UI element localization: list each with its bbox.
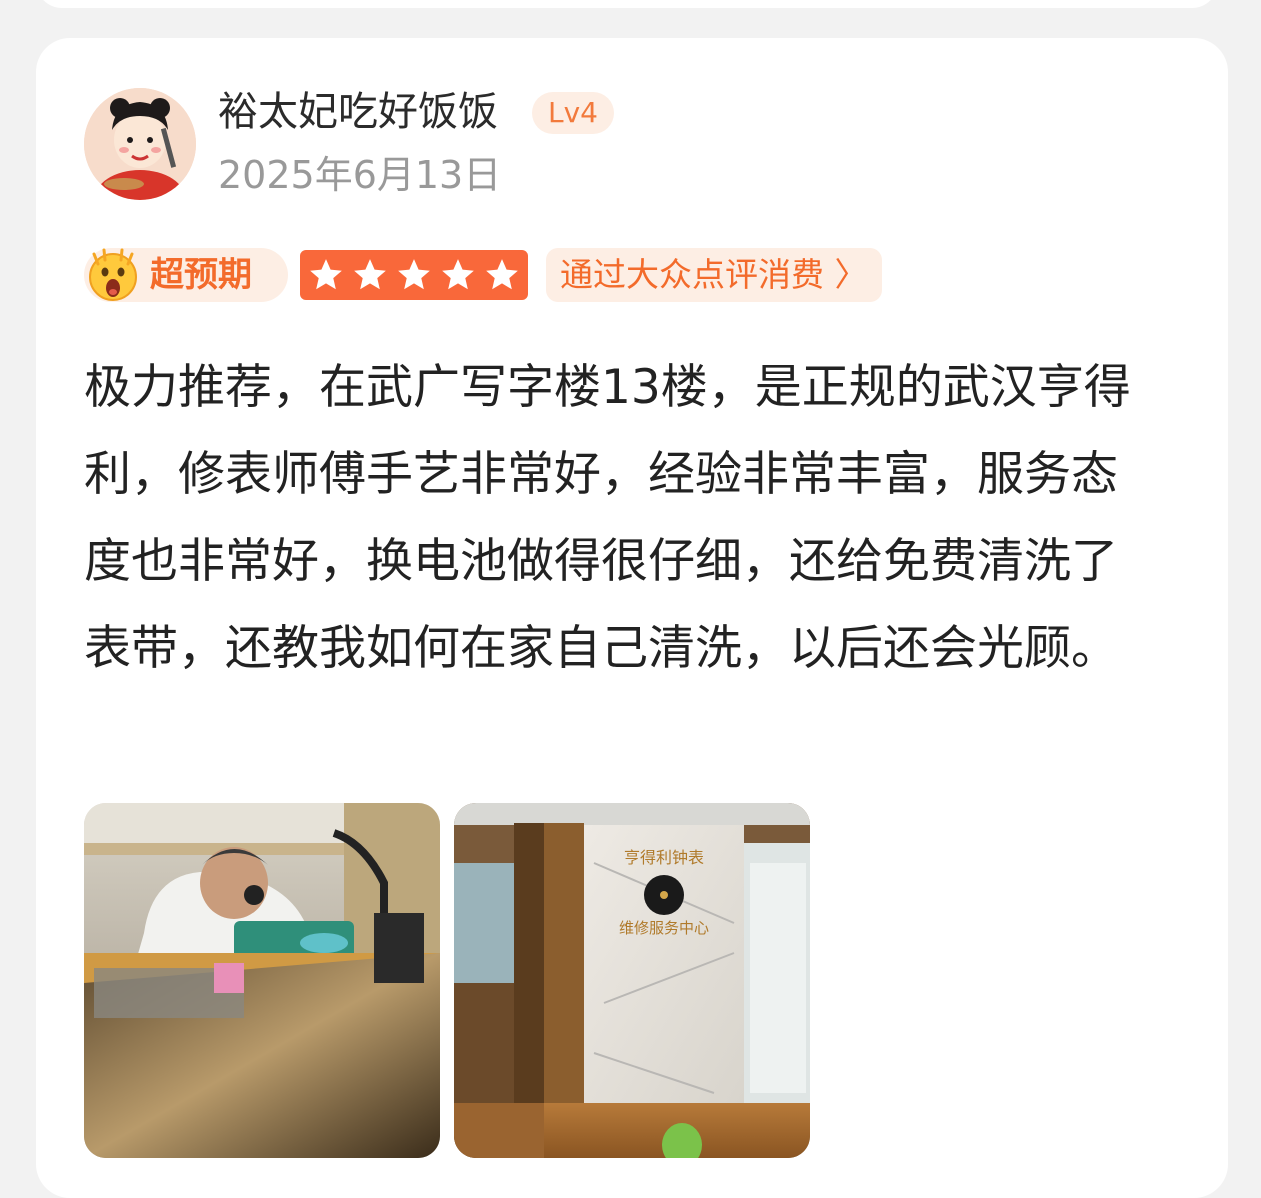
astonished-face-icon	[89, 248, 137, 301]
star-icon	[310, 259, 342, 290]
consumption-source-link[interactable]: 通过大众点评消费 〉	[546, 248, 882, 302]
avatar[interactable]	[84, 88, 196, 200]
sentiment-label: 超预期	[150, 255, 252, 295]
store-entrance-photo: 亨得利钟表 维修服务中心	[454, 803, 810, 1158]
review-photo-watchmaker[interactable]	[84, 803, 440, 1158]
review-date: 2025年6月13日	[218, 153, 502, 197]
watchmaker-photo	[84, 803, 440, 1158]
star-icon	[354, 259, 386, 290]
level-badge: Lv4	[532, 92, 614, 134]
username[interactable]: 裕太妃吃好饭饭	[218, 88, 498, 136]
wall-sign-title: 亨得利钟表	[624, 848, 704, 867]
sentiment-badge: 超预期	[84, 248, 288, 302]
star-icon	[486, 259, 518, 290]
previous-card-edge	[36, 0, 1218, 8]
star-icon	[442, 259, 474, 290]
wall-sign-subtitle: 维修服务中心	[619, 919, 709, 937]
review-photo-store[interactable]: 亨得利钟表 维修服务中心	[454, 803, 810, 1158]
cartoon-avatar-image	[84, 88, 196, 200]
star-rating	[300, 250, 528, 300]
star-icon	[398, 259, 430, 290]
review-text: 极力推荐，在武广写字楼13楼，是正规的武汉亨得利，修表师傅手艺非常好，经验非常丰…	[84, 360, 1131, 676]
